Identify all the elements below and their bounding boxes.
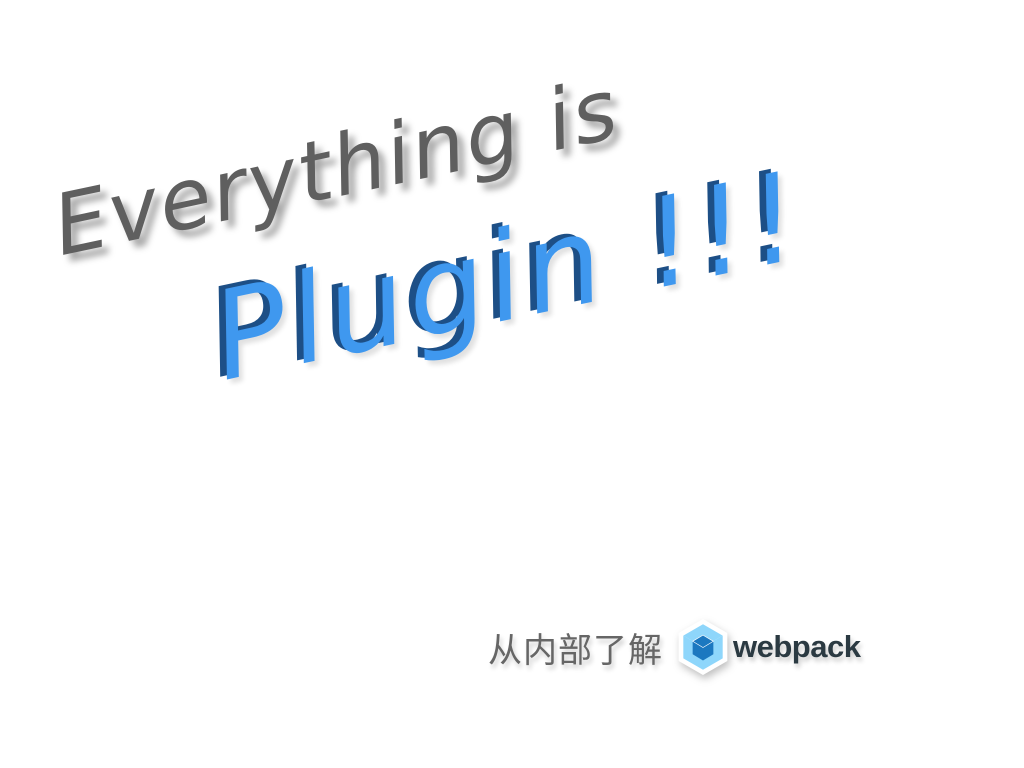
footer: 从内部了解 webpack xyxy=(488,618,861,676)
subtitle-text: 从内部了解 xyxy=(488,630,663,671)
webpack-wordmark: webpack xyxy=(733,629,861,664)
slide: Everything is Plugin !!! 从内部了解 webpack xyxy=(0,0,1024,768)
webpack-logo: webpack xyxy=(677,618,861,676)
webpack-cube-icon xyxy=(678,619,728,675)
